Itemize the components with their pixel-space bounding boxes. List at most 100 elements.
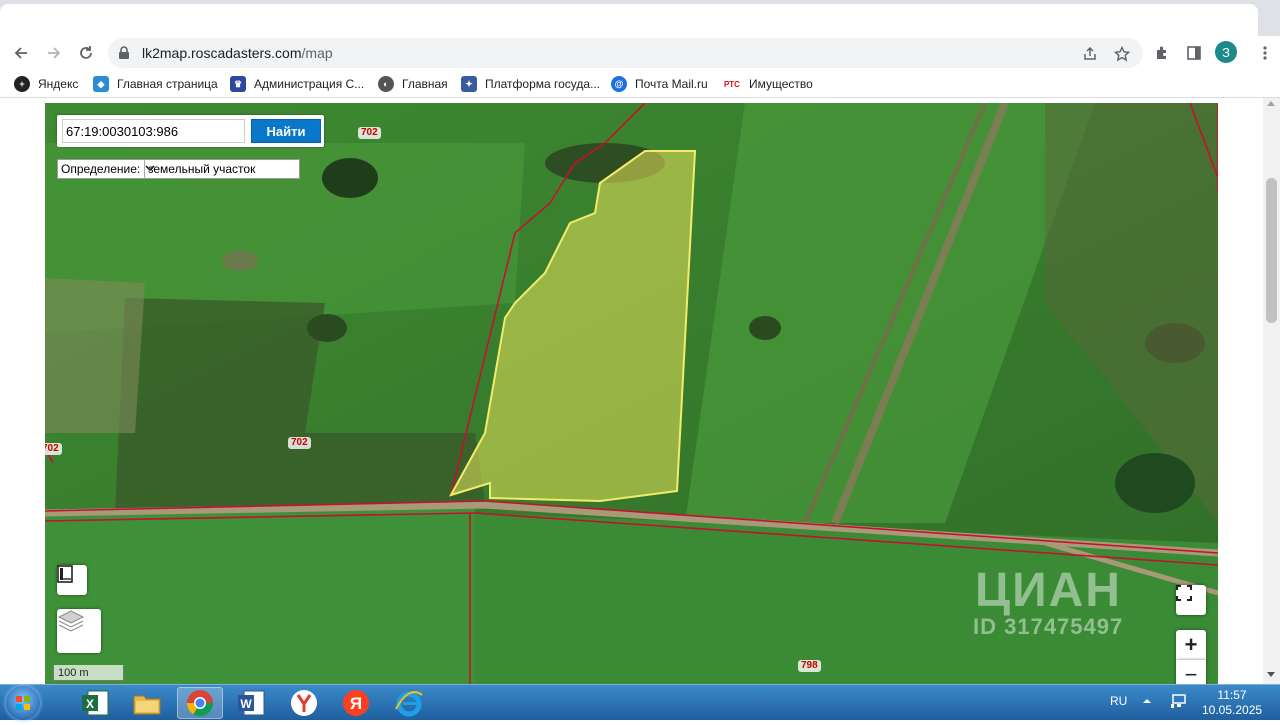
rts-icon: РТС (723, 76, 741, 92)
windows-logo-icon (16, 696, 30, 710)
emblem-icon: ♛ (230, 76, 246, 92)
scroll-up-arrow[interactable] (1267, 101, 1275, 106)
explorer-icon (133, 695, 161, 715)
bookmark-label: Платформа госуда... (485, 77, 601, 91)
language-indicator[interactable]: RU (1110, 694, 1127, 708)
bookmark-label: Яндекс (38, 77, 79, 91)
arrow-left-icon (14, 47, 27, 59)
excel-icon: X (82, 690, 109, 716)
cadastral-map[interactable]: 702 702 702 798 ЦИАН ID 317475497 Найти … (45, 103, 1218, 684)
clock-time: 11:57 (1217, 688, 1247, 702)
address-bar[interactable]: lk2map.roscadasters.com/map (108, 38, 1143, 68)
taskbar-word[interactable]: W (228, 687, 274, 719)
cadastral-number-input[interactable] (62, 119, 245, 143)
svg-text:W: W (240, 697, 252, 711)
taskbar-explorer[interactable] (124, 687, 170, 719)
bookmark-star-button[interactable] (1110, 42, 1134, 66)
start-button[interactable] (6, 686, 40, 720)
zoom-out-button[interactable]: − (1176, 660, 1206, 684)
share-button[interactable] (1078, 42, 1102, 66)
mail-icon: @ (611, 76, 627, 92)
cad-label: 798 (798, 660, 821, 672)
back-button[interactable] (8, 40, 34, 66)
reload-icon (80, 46, 92, 59)
extensions-button[interactable] (1149, 40, 1175, 66)
svg-text:Я: Я (350, 694, 362, 713)
url-path: /map (301, 45, 333, 61)
definition-selector: Определение: земельный участок (57, 159, 300, 179)
definition-select[interactable]: земельный участок (144, 160, 300, 178)
bookmark-label: Почта Mail.ru (635, 77, 708, 91)
taskbar-chrome[interactable] (177, 687, 223, 719)
eagle-icon: ✦ (461, 76, 477, 92)
side-panel-button[interactable] (1181, 40, 1207, 66)
url-host: lk2map.roscadasters.com (142, 45, 302, 61)
arrow-right-icon (48, 47, 61, 59)
scroll-down-arrow[interactable] (1267, 672, 1275, 677)
page-content: 702 702 702 798 ЦИАН ID 317475497 Найти … (0, 98, 1280, 684)
tray-expand-button[interactable] (1142, 694, 1152, 708)
yandex-icon: Я (343, 690, 369, 716)
fullscreen-button[interactable] (1176, 585, 1206, 615)
watermark-id: ID 317475497 (973, 614, 1124, 639)
cad-label: 702 (358, 127, 381, 139)
network-icon (1171, 694, 1186, 708)
bookmark-label: Имущество (749, 77, 813, 91)
bookmark-label: Администрация С... (254, 77, 365, 91)
star-icon (1114, 46, 1130, 62)
bookmark-glavnaya[interactable]: ◐ Главная (378, 75, 448, 93)
bookmark-yandex[interactable]: + Яндекс (14, 75, 78, 93)
taskbar-excel[interactable]: X (72, 687, 118, 719)
gosuslugi-icon: ◆ (93, 76, 109, 92)
bookmark-mail[interactable]: @ Почта Mail.ru (611, 75, 708, 93)
side-panel-icon (1187, 46, 1201, 60)
bookmark-label: Главная (402, 77, 448, 91)
bookmark-administration[interactable]: ♛ Администрация С... (230, 75, 364, 93)
yandex-icon: + (14, 76, 30, 92)
lock-icon (119, 46, 129, 59)
chrome-icon (186, 690, 214, 717)
ie-icon (395, 691, 423, 717)
page-scrollbar[interactable] (1263, 98, 1280, 684)
tab-strip (0, 0, 1280, 36)
cad-label: 702 (288, 437, 311, 449)
find-button[interactable]: Найти (251, 119, 321, 143)
windows-taskbar: X W Я RU 11:57 10.05.2025 (0, 684, 1280, 720)
definition-label: Определение: (61, 162, 141, 176)
zoom-in-button[interactable]: + (1176, 630, 1206, 660)
url-text: lk2map.roscadasters.com/map (142, 45, 333, 61)
network-tray-button[interactable] (1170, 693, 1188, 712)
watermark-brand: ЦИАН (975, 564, 1122, 617)
cad-label: 702 (45, 443, 62, 455)
share-icon (1084, 46, 1096, 60)
taskbar-yandex-browser[interactable] (281, 687, 327, 719)
forward-button[interactable] (41, 40, 67, 66)
bookmark-platform[interactable]: ✦ Платформа госуда... (461, 75, 600, 93)
layers-button[interactable] (57, 609, 101, 653)
globe-icon: ◐ (378, 76, 394, 92)
book-icon (57, 565, 73, 583)
legend-button[interactable] (57, 565, 87, 595)
chevron-down-icon (145, 165, 155, 172)
clock[interactable]: 11:57 10.05.2025 (1202, 688, 1262, 718)
active-tab[interactable] (0, 4, 1258, 36)
taskbar-yandex[interactable]: Я (333, 687, 379, 719)
reload-button[interactable] (73, 40, 99, 66)
bookmark-label: Главная страница (117, 77, 218, 91)
browser-toolbar: lk2map.roscadasters.com/map (0, 36, 1280, 70)
menu-button[interactable] (1252, 40, 1278, 66)
layers-icon (57, 610, 85, 632)
cian-watermark: ЦИАН ID 317475497 (935, 563, 1123, 640)
bookmark-property[interactable]: РТС Имущество (723, 75, 813, 93)
bookmark-main-page[interactable]: ◆ Главная страница (93, 75, 218, 93)
scroll-thumb[interactable] (1266, 178, 1277, 323)
definition-value: земельный участок (148, 162, 256, 176)
taskbar-ie[interactable] (386, 687, 432, 719)
profile-avatar[interactable]: З (1215, 41, 1237, 63)
kebab-menu-icon (1263, 46, 1267, 60)
word-icon: W (238, 690, 265, 716)
puzzle-icon (1157, 46, 1166, 59)
clock-date: 10.05.2025 (1202, 703, 1263, 717)
fullscreen-icon (1176, 585, 1192, 601)
bookmarks-bar: + Яндекс ◆ Главная страница ♛ Администра… (0, 70, 1280, 98)
